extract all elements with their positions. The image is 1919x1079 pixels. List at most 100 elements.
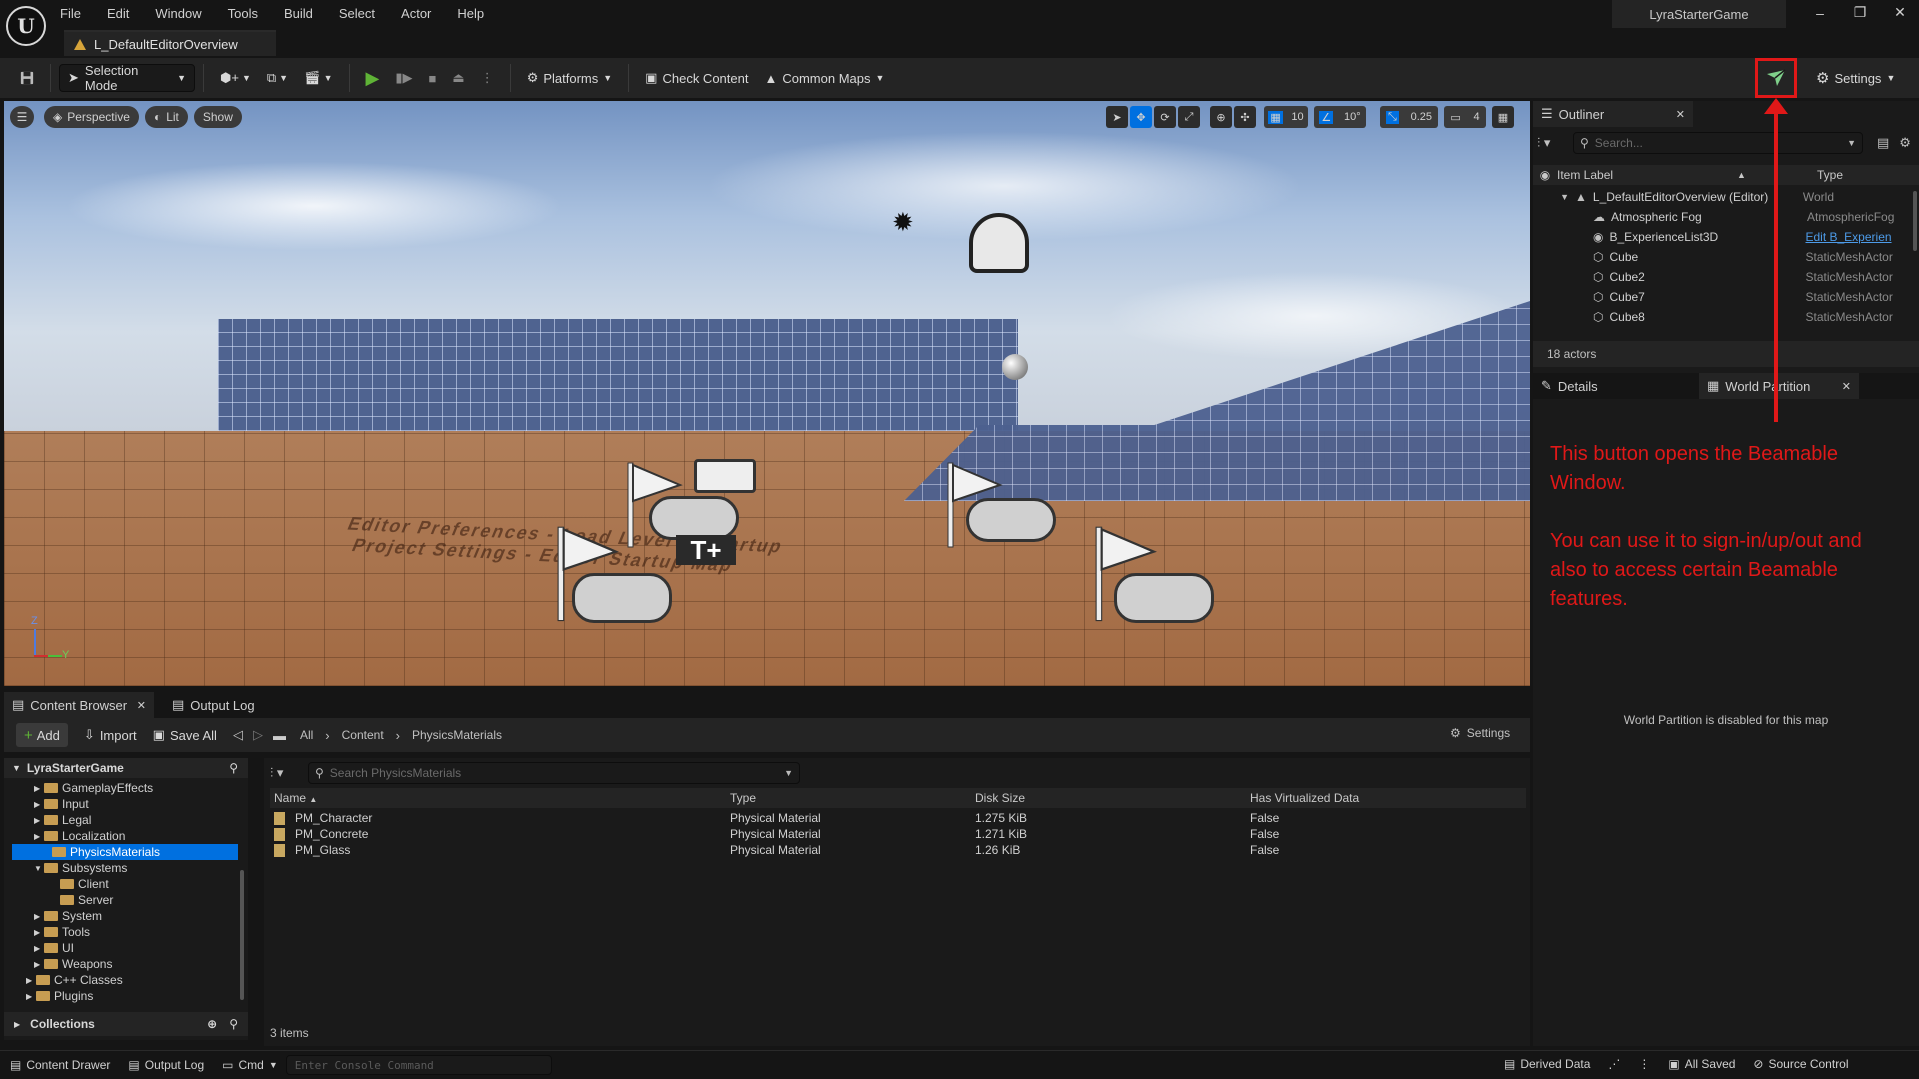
grid-snap-toggle[interactable]: ▦ 10 — [1264, 106, 1308, 128]
advance-frame-icon[interactable]: ▮▶ — [387, 64, 420, 92]
visibility-icon[interactable]: ◉ — [1533, 168, 1557, 182]
outliner-row[interactable]: ⬡ Cube StaticMeshActor — [1533, 247, 1919, 267]
console-command-input[interactable]: Enter Console Command — [285, 1055, 552, 1075]
sphere-reflection-icon[interactable] — [1002, 354, 1028, 380]
tree-item-physicsmaterials[interactable]: PhysicsMaterials — [12, 844, 238, 860]
tree-item-input[interactable]: ▶ Input — [4, 796, 248, 812]
perspective-button[interactable]: ◈ Perspective — [44, 106, 139, 128]
outliner-row[interactable]: ◉ B_ExperienceList3D Edit B_Experien — [1533, 227, 1919, 247]
cinematics-icon[interactable]: 🎬︎ ▼ — [296, 64, 340, 92]
menu-window[interactable]: Window — [155, 6, 201, 21]
level-viewport[interactable]: ✹ Editor Preferences - Load Level at Sta… — [4, 101, 1530, 686]
viewport-options-icon[interactable]: ☰ — [10, 106, 34, 128]
surface-snap-icon[interactable]: ✣ — [1234, 106, 1256, 128]
outliner-tab[interactable]: ☰ Outliner ✕ — [1533, 101, 1693, 127]
play-icon[interactable]: ▶ — [358, 64, 388, 92]
text-render-icon[interactable]: T+ — [676, 535, 736, 565]
breadcrumb-content[interactable]: Content — [342, 728, 384, 742]
table-row[interactable]: PM_Concrete Physical Material 1.271 KiB … — [270, 826, 1526, 842]
col-type[interactable]: Type — [730, 791, 975, 805]
tree-item-ui[interactable]: ▶ UI — [4, 940, 248, 956]
content-browser-settings-button[interactable]: ⚙ Settings — [1450, 726, 1510, 740]
history-forward-icon[interactable]: ▷ — [253, 727, 263, 743]
all-saved-button[interactable]: ▣ All Saved — [1668, 1057, 1735, 1071]
add-actor-icon[interactable]: ⬢+ ▼ — [212, 64, 259, 92]
outliner-row[interactable]: ⬡ Cube8 StaticMeshActor — [1533, 307, 1919, 327]
col-virtualized[interactable]: Has Virtualized Data — [1250, 791, 1359, 805]
outliner-scrollbar[interactable] — [1913, 191, 1917, 251]
menu-select[interactable]: Select — [339, 6, 375, 21]
menu-build[interactable]: Build — [284, 6, 313, 21]
minimize-icon[interactable]: – — [1800, 5, 1840, 21]
stop-icon[interactable]: ■ — [421, 64, 445, 92]
folder-icon[interactable]: ▬ — [273, 728, 286, 743]
asset-search-input[interactable]: ⚲ Search PhysicsMaterials ▼ — [308, 762, 800, 784]
blueprints-icon[interactable]: ⧉ ▼ — [259, 64, 296, 92]
table-row[interactable]: PM_Character Physical Material 1.275 KiB… — [270, 810, 1526, 826]
save-all-button[interactable]: ▣ Save All — [145, 721, 225, 749]
close-icon[interactable]: ✕ — [1676, 108, 1685, 121]
restore-icon[interactable]: ❐ — [1840, 4, 1880, 21]
tree-item-tools[interactable]: ▶ Tools — [4, 924, 248, 940]
edit-blueprint-link[interactable]: Edit B_Experien — [1805, 230, 1891, 244]
col-type[interactable]: Type — [1817, 168, 1843, 182]
cmd-dropdown[interactable]: ▭ Cmd ▼ — [222, 1058, 278, 1072]
derived-data-button[interactable]: ▤ Derived Data — [1504, 1057, 1590, 1071]
play-options-icon[interactable]: ⋮ — [473, 64, 502, 92]
save-icon[interactable] — [12, 64, 42, 92]
select-tool-icon[interactable]: ➤ — [1106, 106, 1128, 128]
show-button[interactable]: Show — [193, 106, 242, 128]
close-icon[interactable]: ✕ — [137, 699, 146, 712]
tree-item-gameplayeffects[interactable]: ▶ GameplayEffects — [4, 780, 248, 796]
content-browser-tab[interactable]: ▤ Content Browser ✕ — [4, 692, 154, 718]
tree-root[interactable]: ▼ LyraStarterGame ⚲ — [4, 758, 248, 778]
search-icon[interactable]: ⚲ — [229, 1017, 238, 1031]
output-log-tab[interactable]: ▤ Output Log — [164, 692, 263, 718]
lit-button[interactable]: ◐ Lit — [144, 106, 188, 128]
add-folder-icon[interactable]: ▤ — [1877, 135, 1889, 151]
menu-actor[interactable]: Actor — [401, 6, 431, 21]
sun-icon[interactable]: ✹ — [892, 207, 914, 238]
history-back-icon[interactable]: ◁ — [233, 727, 243, 743]
details-tab[interactable]: ✎ Details — [1533, 373, 1693, 399]
tree-item-weapons[interactable]: ▶ Weapons — [4, 956, 248, 972]
skylight-icon[interactable] — [969, 213, 1029, 273]
tree-item-server[interactable]: Server — [4, 892, 248, 908]
col-disk-size[interactable]: Disk Size — [975, 791, 1250, 805]
add-button[interactable]: + Add — [16, 723, 68, 747]
settings-button[interactable]: ⚙ Settings ▼ — [1808, 64, 1903, 92]
tree-item-client[interactable]: Client — [4, 876, 248, 892]
close-icon[interactable]: ✕ — [1842, 380, 1851, 393]
col-name[interactable]: Name ▲ — [270, 791, 730, 805]
platforms-dropdown[interactable]: ⚙ Platforms ▼ — [519, 64, 620, 92]
outliner-row[interactable]: ▼ ▲ L_DefaultEditorOverview (Editor) World — [1533, 187, 1919, 207]
tree-item-cpp-classes[interactable]: ▶ C++ Classes — [4, 972, 248, 988]
selection-mode-dropdown[interactable]: ➤ Selection Mode ▼ — [59, 63, 195, 93]
outliner-row[interactable]: ⬡ Cube2 StaticMeshActor — [1533, 267, 1919, 287]
common-maps-dropdown[interactable]: ▲ Common Maps ▼ — [756, 64, 892, 92]
outliner-search-input[interactable]: ⚲ Search... ▼ — [1573, 132, 1863, 154]
menu-edit[interactable]: Edit — [107, 6, 129, 21]
camera-icon[interactable] — [694, 459, 756, 493]
rotate-tool-icon[interactable]: ⟳ — [1154, 106, 1176, 128]
scale-tool-icon[interactable]: ⤢ — [1178, 106, 1200, 128]
unreal-logo-icon[interactable]: U — [6, 6, 46, 46]
import-button[interactable]: ⇩ Import — [76, 721, 145, 749]
breadcrumb-all[interactable]: All — [300, 728, 313, 742]
close-icon[interactable]: ✕ — [1880, 4, 1919, 21]
source-control-button[interactable]: ⊘ Source Control — [1753, 1057, 1848, 1071]
level-document-tab[interactable]: L_DefaultEditorOverview — [64, 30, 276, 56]
outliner-row[interactable]: ⬡ Cube7 StaticMeshActor — [1533, 287, 1919, 307]
filter-icon[interactable]: ⫶ ▾ — [1537, 135, 1573, 151]
tree-item-system[interactable]: ▶ System — [4, 908, 248, 924]
check-content-button[interactable]: ▣ Check Content — [637, 64, 756, 92]
content-drawer-button[interactable]: ▤ Content Drawer — [10, 1058, 110, 1072]
tree-scrollbar[interactable] — [240, 870, 244, 1000]
breadcrumb-physicsmaterials[interactable]: PhysicsMaterials — [412, 728, 502, 742]
add-collection-icon[interactable]: ⊕ — [207, 1017, 217, 1031]
tree-item-localization[interactable]: ▶ Localization — [4, 828, 248, 844]
viewport-layout-icon[interactable]: ▦ — [1492, 106, 1514, 128]
tree-item-subsystems[interactable]: ▼ Subsystems — [4, 860, 248, 876]
menu-help[interactable]: Help — [457, 6, 484, 21]
world-partition-tab[interactable]: ▦ World Partition ✕ — [1699, 373, 1859, 399]
